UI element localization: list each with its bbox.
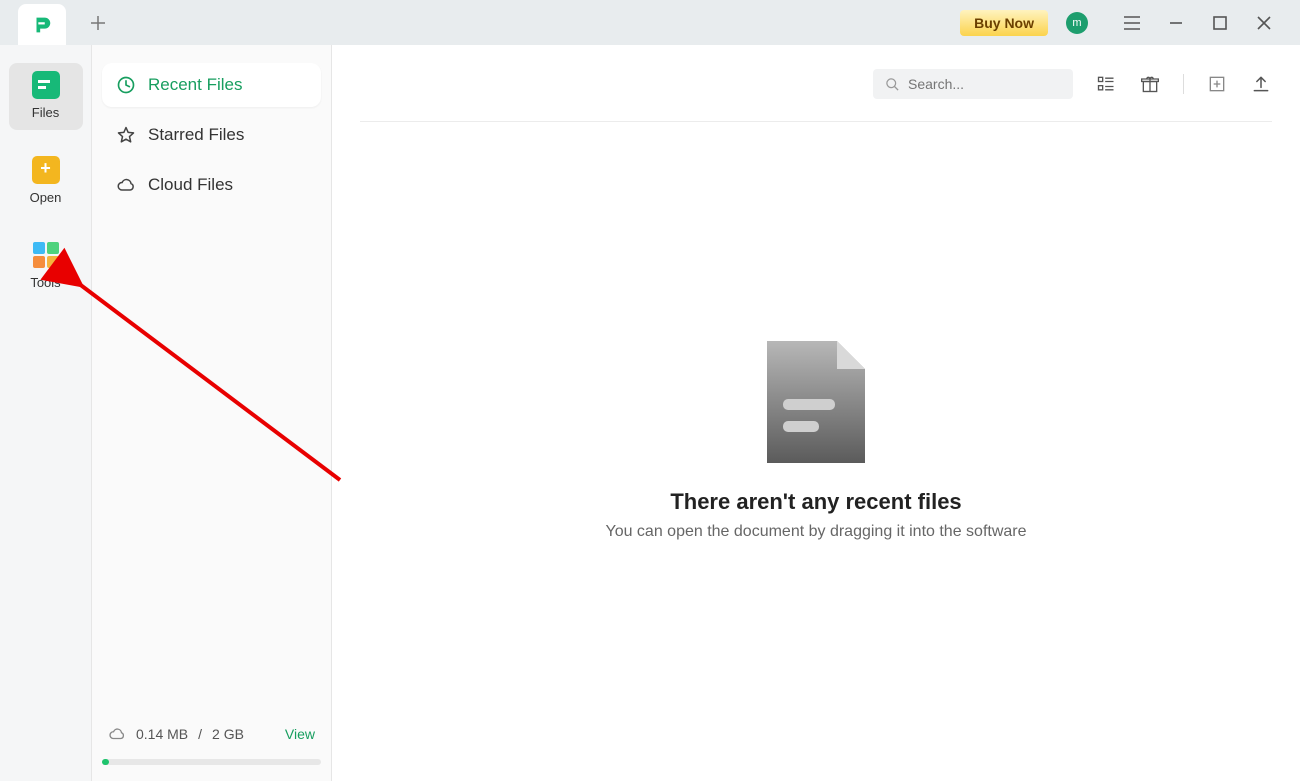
- app-tab[interactable]: [18, 4, 66, 46]
- new-tab-button[interactable]: [76, 1, 120, 45]
- empty-state: There aren't any recent files You can op…: [360, 122, 1272, 757]
- hamburger-menu-button[interactable]: [1118, 9, 1146, 37]
- open-plus-icon: [32, 156, 60, 184]
- storage-view-link[interactable]: View: [285, 726, 315, 742]
- side-item-label: Starred Files: [148, 125, 244, 145]
- storage-progress: [102, 759, 321, 765]
- maximize-button[interactable]: [1206, 9, 1234, 37]
- cloud-small-icon: [108, 725, 126, 743]
- rail-item-open[interactable]: Open: [9, 148, 83, 215]
- main-panel: There aren't any recent files You can op…: [332, 45, 1300, 781]
- new-file-button[interactable]: [1206, 73, 1228, 95]
- avatar[interactable]: m: [1066, 12, 1088, 34]
- titlebar: Buy Now m: [0, 0, 1300, 45]
- minimize-icon: [1169, 16, 1183, 30]
- rail-item-files[interactable]: Files: [9, 63, 83, 130]
- files-icon: [32, 71, 60, 99]
- storage-sep: /: [198, 726, 202, 742]
- document-icon: [765, 339, 867, 465]
- side-item-recent-files[interactable]: Recent Files: [102, 63, 321, 107]
- icon-rail: Files Open Tools: [0, 45, 92, 781]
- storage-used: 0.14 MB: [136, 726, 188, 742]
- rail-label-tools: Tools: [9, 275, 83, 290]
- side-list: Recent Files Starred Files Cloud Files 0…: [92, 45, 332, 781]
- app-logo-icon: [31, 14, 53, 36]
- gift-icon: [1140, 74, 1160, 94]
- upload-icon: [1251, 74, 1271, 94]
- side-item-starred-files[interactable]: Starred Files: [102, 113, 321, 157]
- maximize-icon: [1213, 16, 1227, 30]
- search-input[interactable]: [908, 76, 1061, 92]
- list-icon: [1096, 74, 1116, 94]
- empty-title: There aren't any recent files: [670, 489, 961, 515]
- plus-icon: [90, 15, 106, 31]
- side-item-label: Cloud Files: [148, 175, 233, 195]
- new-file-icon: [1207, 74, 1227, 94]
- rail-label-open: Open: [9, 190, 83, 205]
- clock-icon: [116, 75, 136, 95]
- storage-total: 2 GB: [212, 726, 244, 742]
- tools-grid-icon: [32, 241, 60, 269]
- cloud-icon: [116, 175, 136, 195]
- hamburger-icon: [1123, 16, 1141, 30]
- rail-label-files: Files: [9, 105, 83, 120]
- buy-now-button[interactable]: Buy Now: [960, 10, 1048, 36]
- empty-subtitle: You can open the document by dragging it…: [605, 523, 1026, 541]
- star-icon: [116, 125, 136, 145]
- close-icon: [1257, 16, 1271, 30]
- toolbar: [360, 69, 1272, 99]
- search-icon: [885, 77, 900, 92]
- upload-button[interactable]: [1250, 73, 1272, 95]
- gift-button[interactable]: [1139, 73, 1161, 95]
- side-item-cloud-files[interactable]: Cloud Files: [102, 163, 321, 207]
- toolbar-divider: [1183, 74, 1184, 94]
- search-box[interactable]: [873, 69, 1073, 99]
- view-list-button[interactable]: [1095, 73, 1117, 95]
- rail-item-tools[interactable]: Tools: [9, 233, 83, 300]
- close-button[interactable]: [1250, 9, 1278, 37]
- storage-progress-fill: [102, 759, 109, 765]
- minimize-button[interactable]: [1162, 9, 1190, 37]
- side-item-label: Recent Files: [148, 75, 242, 95]
- storage-footer: 0.14 MB / 2 GB View: [102, 715, 321, 753]
